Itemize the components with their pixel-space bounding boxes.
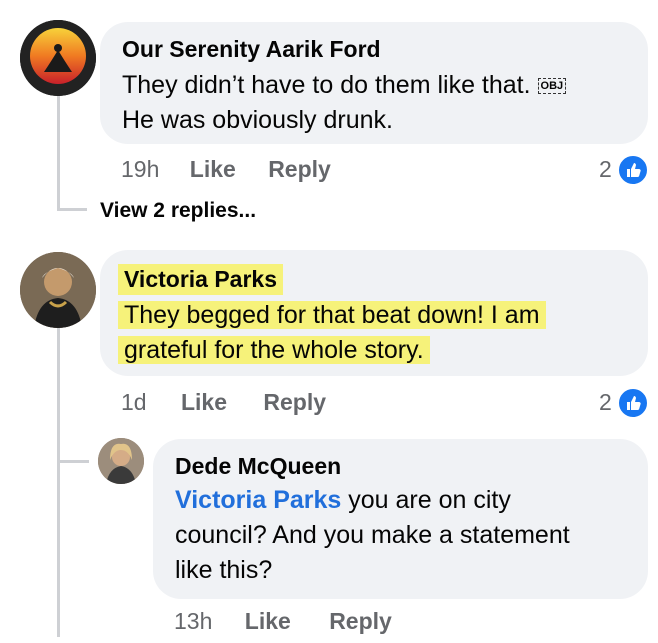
avatar[interactable]	[20, 20, 96, 96]
avatar[interactable]	[20, 252, 96, 328]
view-replies-link[interactable]: View 2 replies...	[100, 199, 256, 223]
reaction-count[interactable]: 2	[599, 156, 612, 183]
reply-button[interactable]: Reply	[263, 389, 326, 415]
like-reaction-icon	[617, 387, 649, 419]
avatar-image	[20, 252, 96, 328]
comment-meta: 19h Like Reply	[121, 156, 331, 183]
like-reaction-icon	[617, 154, 649, 186]
comment-text: They didn’t have to do them like that. O…	[122, 68, 642, 138]
obj-badge: OBJ	[537, 78, 567, 95]
thread-line-curve	[57, 208, 87, 211]
avatar[interactable]	[98, 438, 144, 484]
comment-author[interactable]: Victoria Parks	[118, 264, 284, 295]
reply-text-line: you are on city	[341, 486, 511, 514]
reply-text-line: like this?	[175, 556, 273, 584]
reply-bubble: Dede McQueen Victoria Parks you are on c…	[153, 439, 648, 599]
like-button[interactable]: Like	[181, 389, 227, 415]
thread-line	[57, 322, 60, 637]
like-button[interactable]: Like	[245, 608, 291, 634]
reply-author[interactable]: Dede McQueen	[175, 453, 341, 480]
comment-bubble: Our Serenity Aarik Ford They didn’t have…	[100, 22, 648, 144]
comment-bubble: Victoria Parks They begged for that beat…	[100, 250, 648, 376]
comment-text: They begged for that beat down! I am gra…	[118, 298, 638, 368]
thread-line-branch	[57, 460, 89, 463]
reaction-count[interactable]: 2	[599, 389, 612, 416]
avatar-image	[20, 20, 96, 96]
reply-button[interactable]: Reply	[268, 156, 331, 182]
comment-text-line: They didn’t have to do them like that.	[122, 71, 531, 99]
like-button[interactable]: Like	[190, 156, 236, 182]
reply-time[interactable]: 13h	[174, 608, 212, 634]
reply-text-line: council? And you make a statement	[175, 521, 570, 549]
comment-text-line: He was obviously drunk.	[122, 106, 393, 134]
reply-meta: 13h Like Reply	[174, 608, 392, 635]
comment-author[interactable]: Our Serenity Aarik Ford	[122, 36, 381, 63]
comment-time[interactable]: 19h	[121, 156, 159, 182]
thread-line	[57, 92, 60, 210]
reply-button[interactable]: Reply	[329, 608, 392, 634]
comment-meta: 1d Like Reply	[121, 389, 326, 416]
comment-text-line: They begged for that beat down! I am	[118, 301, 546, 329]
mention-link[interactable]: Victoria Parks	[175, 486, 341, 514]
reply-text: Victoria Parks you are on city council? …	[175, 483, 635, 588]
comment-text-line: grateful for the whole story.	[118, 336, 430, 364]
avatar-image	[98, 438, 144, 484]
comment-time[interactable]: 1d	[121, 389, 147, 415]
